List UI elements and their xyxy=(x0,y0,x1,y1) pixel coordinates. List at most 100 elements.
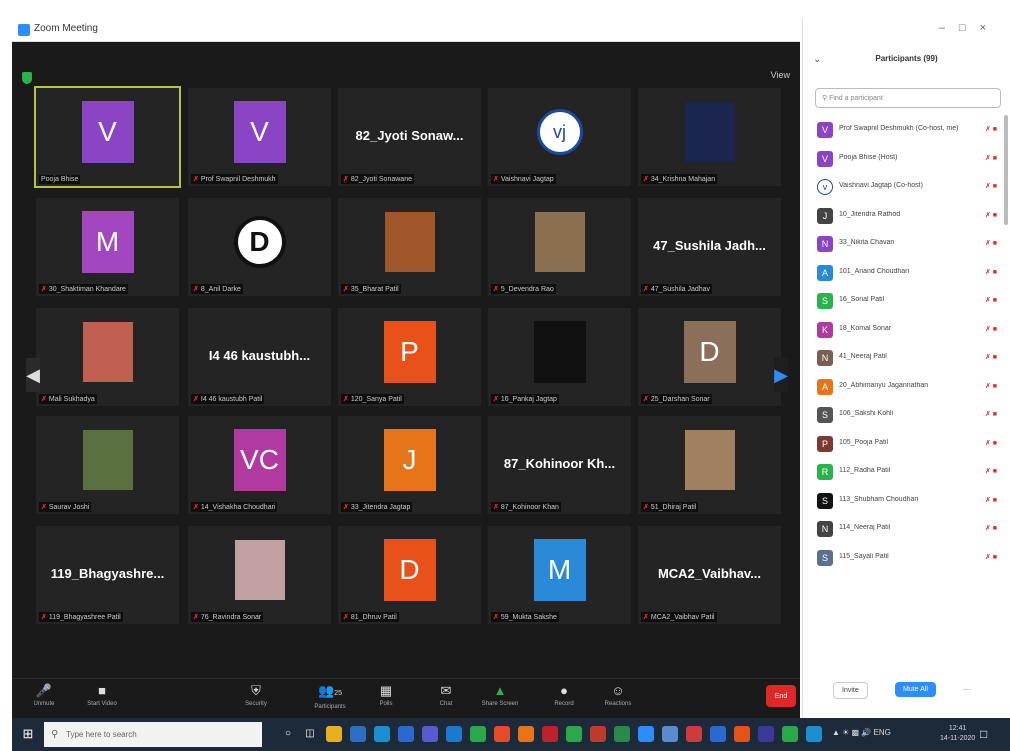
security-button[interactable]: ⛨ Security xyxy=(230,683,282,717)
muted-mic-video-off-icon[interactable]: ✗ ■ xyxy=(985,410,997,418)
muted-mic-video-off-icon[interactable]: ✗ ■ xyxy=(985,296,997,304)
app-icon[interactable] xyxy=(614,726,630,742)
app-icon[interactable] xyxy=(758,726,774,742)
app-icon[interactable] xyxy=(782,726,798,742)
participants-button[interactable]: 👥25 Participants xyxy=(304,683,356,717)
muted-mic-video-off-icon[interactable]: ✗ ■ xyxy=(985,382,997,390)
zoom-taskbar-icon[interactable] xyxy=(638,726,654,742)
app-icon[interactable] xyxy=(806,726,822,742)
video-tile[interactable]: ✗ 5_Devendra Rao xyxy=(488,198,631,296)
participant-list-item[interactable]: V Prof Swapnil Deshmukh (Co-host, me) ✗ ■ xyxy=(813,116,999,145)
participant-list-item[interactable]: v Vaishnavi Jagtap (Co-host) ✗ ■ xyxy=(813,173,999,202)
video-tile[interactable]: D ✗ 81_Dhruv Patil xyxy=(338,526,481,624)
participant-list-item[interactable]: N 114_Neeraj Patil ✗ ■ xyxy=(813,515,999,544)
muted-mic-video-off-icon[interactable]: ✗ ■ xyxy=(985,467,997,475)
video-tile[interactable]: V ✗ Prof Swapnil Deshmukh xyxy=(188,88,331,186)
photos-icon[interactable] xyxy=(590,726,606,742)
video-tile[interactable]: VC ✗ 14_Vishakha Choudhari xyxy=(188,416,331,514)
video-tile[interactable]: V Pooja Bhise xyxy=(34,86,181,188)
firefox-icon[interactable] xyxy=(518,726,534,742)
edge-icon[interactable] xyxy=(374,726,390,742)
chat-button[interactable]: ✉ Chat xyxy=(420,683,472,717)
chrome-icon[interactable] xyxy=(494,726,510,742)
app-icon[interactable] xyxy=(686,726,702,742)
more-options-button[interactable]: ... xyxy=(963,682,971,692)
app-icon[interactable] xyxy=(710,726,726,742)
next-page-arrow-icon[interactable]: ▶ xyxy=(774,358,788,392)
video-tile[interactable]: ✗ 76_Ravindra Sonar xyxy=(188,526,331,624)
video-tile[interactable]: ✗ Mali Sukhadya xyxy=(36,308,179,406)
video-tile[interactable]: ✗ 34_Krishna Mahajan xyxy=(638,88,781,186)
video-tile[interactable]: P ✗ 120_Sanya Patil xyxy=(338,308,481,406)
participant-list-item[interactable]: N 33_Nikita Chavan ✗ ■ xyxy=(813,230,999,259)
video-tile[interactable]: J ✗ 33_Jitendra Jagtap xyxy=(338,416,481,514)
video-tile[interactable]: M ✗ 59_Mukta Sakshe xyxy=(488,526,631,624)
security-shield-icon[interactable] xyxy=(22,72,32,84)
whatsapp-icon[interactable] xyxy=(566,726,582,742)
video-tile[interactable]: 82_Jyoti Sonaw... ✗ 82_Jyoti Sonawane xyxy=(338,88,481,186)
muted-mic-video-off-icon[interactable]: ✗ ■ xyxy=(985,496,997,504)
participant-list-item[interactable]: S 115_Sayali Patil ✗ ■ xyxy=(813,544,999,573)
clock[interactable]: 12:41 14-11-2020 xyxy=(940,724,975,744)
muted-mic-video-off-icon[interactable]: ✗ ■ xyxy=(985,268,997,276)
video-tile[interactable]: 87_Kohinoor Kh... ✗ 87_Kohinoor Khan xyxy=(488,416,631,514)
store-icon[interactable] xyxy=(350,726,366,742)
word-icon[interactable] xyxy=(446,726,462,742)
muted-mic-video-off-icon[interactable]: ✗ ■ xyxy=(985,524,997,532)
taskbar-search-input[interactable]: ⚲ Type here to search xyxy=(44,722,262,747)
participant-list-item[interactable]: A 101_Anand Choudhari ✗ ■ xyxy=(813,259,999,288)
participant-list-item[interactable]: S 16_Sonal Patil ✗ ■ xyxy=(813,287,999,316)
participant-list-item[interactable]: S 106_Sakshi Kohli ✗ ■ xyxy=(813,401,999,430)
video-tile[interactable]: 119_Bhagyashre... ✗ 119_Bhagyashree Patil xyxy=(36,526,179,624)
participant-search-input[interactable]: ⚲ Find a participant xyxy=(815,88,1001,108)
muted-mic-video-off-icon[interactable]: ✗ ■ xyxy=(985,353,997,361)
reactions-button[interactable]: ☺ Reactions xyxy=(592,683,644,717)
view-button[interactable]: View xyxy=(771,70,790,80)
video-tile[interactable]: D ✗ 25_Darshan Sonar xyxy=(638,308,781,406)
participant-list-item[interactable]: J 10_Jitendra Rathod ✗ ■ xyxy=(813,202,999,231)
muted-mic-video-off-icon[interactable]: ✗ ■ xyxy=(985,154,997,162)
windows-start-icon[interactable]: ⊞ xyxy=(20,726,36,742)
mute-all-button[interactable]: Mute All xyxy=(895,682,936,697)
video-tile[interactable]: ✗ 16_Pankaj Jagtap xyxy=(488,308,631,406)
video-tile[interactable]: 47_Sushila Jadh... ✗ 47_Sushila Jadhav xyxy=(638,198,781,296)
participants-scrollbar[interactable] xyxy=(1004,115,1008,225)
video-tile[interactable]: ✗ Saurav Joshi xyxy=(36,416,179,514)
participant-list-item[interactable]: R 112_Radha Patil ✗ ■ xyxy=(813,458,999,487)
start-video-button[interactable]: ■ Start Video xyxy=(76,683,128,717)
video-tile[interactable]: M ✗ 30_Shaktiman Khandare xyxy=(36,198,179,296)
video-tile[interactable]: ✗ 51_Dhiraj Patil xyxy=(638,416,781,514)
record-button[interactable]: ● Record xyxy=(538,683,590,717)
excel-icon[interactable] xyxy=(470,726,486,742)
invite-button[interactable]: Invite xyxy=(833,682,868,699)
muted-mic-video-off-icon[interactable]: ✗ ■ xyxy=(985,182,997,190)
end-meeting-button[interactable]: End xyxy=(766,685,796,707)
muted-mic-video-off-icon[interactable]: ✗ ■ xyxy=(985,325,997,333)
share-screen-button[interactable]: ▲ Share Screen xyxy=(474,683,526,717)
polls-button[interactable]: ▦ Polls xyxy=(360,683,412,717)
file-explorer-icon[interactable] xyxy=(326,726,342,742)
video-tile[interactable]: ✗ 35_Bharat Patil xyxy=(338,198,481,296)
video-tile[interactable]: vj ✗ Vaishnavi Jagtap xyxy=(488,88,631,186)
participant-list-item[interactable]: A 20_Abhimanyu Jagannathan ✗ ■ xyxy=(813,373,999,402)
video-tile[interactable]: D ✗ 8_Anil Darke xyxy=(188,198,331,296)
unmute-button[interactable]: 🎤 Unmute xyxy=(18,683,70,717)
powerpoint-icon[interactable] xyxy=(542,726,558,742)
participant-list-item[interactable]: N 41_Neeraj Patil ✗ ■ xyxy=(813,344,999,373)
app-icon[interactable] xyxy=(734,726,750,742)
participant-list-item[interactable]: V Pooja Bhise (Host) ✗ ■ xyxy=(813,145,999,174)
app-icon[interactable] xyxy=(662,726,678,742)
window-controls[interactable]: –□× xyxy=(939,22,1000,34)
system-tray[interactable]: ▲ ☀ ▩ 🔊 ENG xyxy=(832,728,891,737)
participant-list-item[interactable]: K 18_Komal Sonar ✗ ■ xyxy=(813,316,999,345)
cortana-icon[interactable]: ○ xyxy=(280,726,296,742)
muted-mic-video-off-icon[interactable]: ✗ ■ xyxy=(985,239,997,247)
previous-page-arrow-icon[interactable]: ◀ xyxy=(26,358,40,392)
muted-mic-video-off-icon[interactable]: ✗ ■ xyxy=(985,553,997,561)
task-view-icon[interactable]: ◫ xyxy=(302,726,318,742)
participant-list-item[interactable]: P 105_Pooja Patil ✗ ■ xyxy=(813,430,999,459)
notifications-icon[interactable]: □ xyxy=(980,727,987,741)
muted-mic-video-off-icon[interactable]: ✗ ■ xyxy=(985,125,997,133)
mail-icon[interactable] xyxy=(398,726,414,742)
video-tile[interactable]: MCA2_Vaibhav... ✗ MCA2_Vaibhav Patil xyxy=(638,526,781,624)
